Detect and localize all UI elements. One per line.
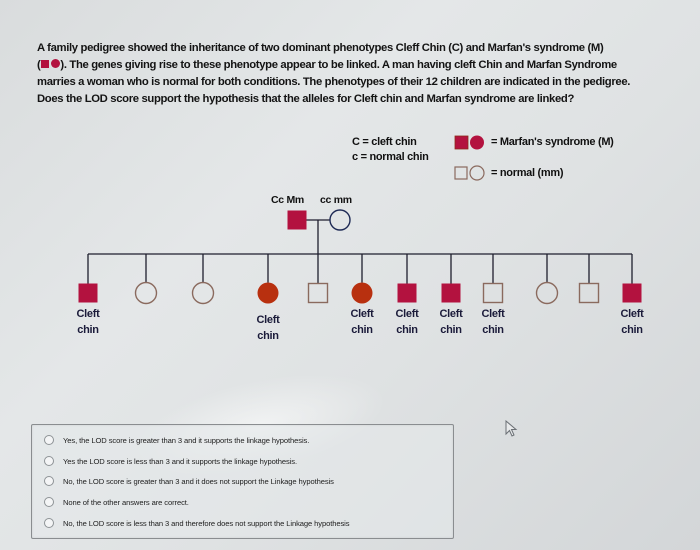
child-phenotype-label: Cleft chin xyxy=(350,308,374,336)
child-phenotype-label: Cleft chin xyxy=(439,308,463,336)
legend-normal-circle xyxy=(469,165,485,181)
answer-option-1[interactable]: Yes, the LOD score is greater than 3 and… xyxy=(44,433,309,447)
child-symbol xyxy=(535,281,559,305)
child-symbol xyxy=(441,283,461,303)
radio-button[interactable] xyxy=(44,518,54,528)
answer-option-5[interactable]: No, the LOD score is less than 3 and the… xyxy=(44,516,350,530)
radio-button[interactable] xyxy=(44,456,54,466)
radio-button[interactable] xyxy=(44,476,54,486)
radio-button[interactable] xyxy=(44,497,54,507)
child-symbol xyxy=(578,282,600,304)
radio-button[interactable] xyxy=(44,435,54,445)
mother-symbol xyxy=(329,209,351,231)
child-symbol xyxy=(397,283,417,303)
child-phenotype-label: Cleft chin xyxy=(395,308,419,336)
child-symbol xyxy=(482,282,504,304)
answer-option-2[interactable]: Yes the LOD score is less than 3 and it … xyxy=(44,454,297,468)
child-symbol xyxy=(351,282,373,304)
child-phenotype-label: Cleft chin xyxy=(256,314,280,342)
answer-options-box: Yes, the LOD score is greater than 3 and… xyxy=(31,424,454,539)
legend-affected-circle xyxy=(470,135,484,150)
child-phenotype-label: Cleft chin xyxy=(620,308,644,336)
answer-option-label: None of the other answers are correct. xyxy=(63,497,189,507)
child-symbol xyxy=(257,282,279,304)
legend-affected-square xyxy=(454,135,469,150)
child-phenotype-label: Cleft chin xyxy=(481,308,505,336)
child-symbol xyxy=(134,281,158,305)
father-symbol xyxy=(287,210,307,230)
child-symbol xyxy=(622,283,642,303)
mouse-cursor-icon xyxy=(505,420,518,437)
answer-option-label: Yes, the LOD score is greater than 3 and… xyxy=(63,435,310,445)
answer-option-label: Yes the LOD score is less than 3 and it … xyxy=(63,456,297,466)
child-symbol xyxy=(191,281,215,305)
answer-option-label: No, the LOD score is less than 3 and the… xyxy=(63,518,350,528)
child-phenotype-label: Cleft chin xyxy=(76,308,100,336)
child-symbol xyxy=(307,282,329,304)
answer-option-3[interactable]: No, the LOD score is greater than 3 and … xyxy=(44,474,334,488)
legend-normal-square xyxy=(454,166,468,180)
answer-option-4[interactable]: None of the other answers are correct. xyxy=(44,495,189,509)
answer-option-label: No, the LOD score is greater than 3 and … xyxy=(63,476,334,486)
child-symbol xyxy=(78,283,98,303)
